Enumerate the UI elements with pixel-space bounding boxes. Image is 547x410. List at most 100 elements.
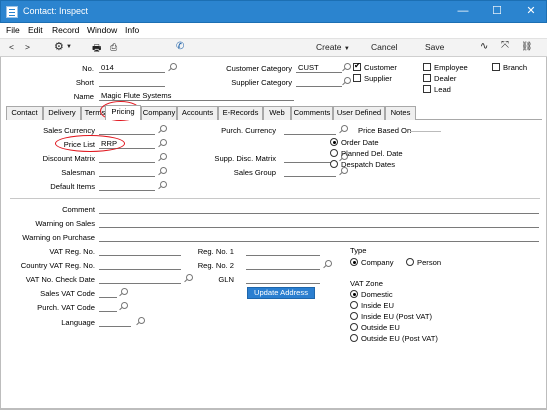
paste-icon[interactable]	[138, 317, 145, 324]
warning-on-purchase-field[interactable]	[99, 232, 539, 242]
comment-field[interactable]	[99, 204, 539, 214]
tab-pricing[interactable]: Pricing	[105, 105, 141, 120]
print-preview-icon[interactable]: ⎙	[110, 42, 117, 53]
save-button[interactable]: Save	[425, 42, 444, 52]
reg-no-2-label: Reg. No. 2	[197, 261, 234, 270]
tab-user-defined[interactable]: User Defined	[333, 106, 385, 120]
tab-contact[interactable]: Contact	[6, 106, 43, 120]
reg-no-2-field[interactable]	[246, 260, 320, 270]
order-date-radio[interactable]	[330, 138, 338, 146]
outside-eu-post-vat-radio[interactable]	[350, 334, 358, 342]
outside-eu-radio[interactable]	[350, 323, 358, 331]
supp-disc-matrix-field[interactable]	[284, 153, 336, 163]
expand-icon[interactable]: ⤧	[501, 40, 509, 51]
inside-eu-label: Inside EU	[361, 301, 394, 310]
domestic-label: Domestic	[361, 290, 393, 299]
vat-reg-no-field[interactable]	[99, 246, 181, 256]
menu-record[interactable]: Record	[52, 25, 79, 35]
default-items-field[interactable]	[99, 181, 155, 191]
paste-icon[interactable]	[160, 153, 167, 160]
vat-zone-label: VAT Zone	[350, 279, 383, 288]
no-field[interactable]: 014	[99, 63, 165, 73]
menu-edit[interactable]: Edit	[28, 25, 43, 35]
paste-icon[interactable]	[341, 125, 348, 132]
chevron-down-icon: ▼	[343, 46, 350, 52]
paste-icon[interactable]	[160, 139, 167, 146]
purch-currency-field[interactable]	[284, 125, 336, 135]
warning-on-purchase-label: Warning on Purchase	[22, 233, 95, 242]
employee-label: Employee	[434, 63, 468, 72]
next-record-icon[interactable]: >	[25, 42, 30, 52]
customer-category-field[interactable]: CUST	[296, 63, 342, 73]
branch-checkbox[interactable]	[492, 63, 500, 71]
paste-icon[interactable]	[344, 63, 351, 70]
paste-icon[interactable]	[160, 181, 167, 188]
lead-checkbox[interactable]	[423, 85, 431, 93]
tab-company[interactable]: Company	[141, 106, 177, 120]
minimize-button[interactable]: —	[446, 1, 480, 23]
salesman-label: Salesman	[61, 168, 95, 177]
sales-group-field[interactable]	[284, 167, 336, 177]
paste-icon[interactable]	[170, 63, 177, 70]
short-field[interactable]	[99, 77, 165, 87]
paste-icon[interactable]	[160, 167, 167, 174]
short-label: Short	[75, 78, 94, 87]
phone-icon[interactable]: ✆	[176, 41, 184, 52]
customer-checkbox[interactable]: ✔	[353, 61, 361, 71]
person-radio[interactable]	[406, 258, 414, 266]
paste-icon[interactable]	[344, 77, 351, 84]
salesman-field[interactable]	[99, 167, 155, 177]
sales-vat-code-field[interactable]	[99, 288, 117, 298]
warning-on-sales-field[interactable]	[99, 218, 539, 228]
purch-vat-code-field[interactable]	[99, 302, 117, 312]
supplier-category-label: Supplier Category	[231, 78, 292, 87]
comment-label: Comment	[62, 205, 95, 214]
paste-icon[interactable]	[325, 260, 332, 267]
create-button[interactable]: Create ▼	[316, 42, 350, 52]
outside-eu-post-vat-label: Outside EU (Post VAT)	[361, 334, 438, 343]
country-vat-reg-no-field[interactable]	[99, 260, 181, 270]
inside-eu-post-vat-radio[interactable]	[350, 312, 358, 320]
menu-info[interactable]: Info	[125, 25, 139, 35]
reg-no-1-field[interactable]	[246, 246, 320, 256]
paste-icon[interactable]	[121, 302, 128, 309]
tab-accounts[interactable]: Accounts	[177, 106, 218, 120]
menu-file[interactable]: File	[6, 25, 20, 35]
despatch-dates-radio[interactable]	[330, 160, 338, 168]
name-field[interactable]: Magic Flute Systems	[99, 91, 294, 101]
discount-matrix-field[interactable]	[99, 153, 155, 163]
paste-icon[interactable]	[121, 288, 128, 295]
paste-icon[interactable]	[160, 125, 167, 132]
dealer-checkbox[interactable]	[423, 74, 431, 82]
tab-e-records[interactable]: E-Records	[218, 106, 263, 120]
planned-del-date-radio[interactable]	[330, 149, 338, 157]
update-address-button[interactable]: Update Address	[247, 287, 315, 299]
tab-notes[interactable]: Notes	[385, 106, 416, 120]
sales-currency-field[interactable]	[99, 125, 155, 135]
vat-no-check-date-field[interactable]	[99, 274, 181, 284]
menu-window[interactable]: Window	[87, 25, 117, 35]
maximize-button[interactable]: ☐	[480, 1, 514, 23]
gln-field[interactable]	[246, 274, 320, 284]
chevron-down-icon[interactable]: ▼	[66, 44, 72, 50]
close-button[interactable]: ✕	[514, 1, 547, 23]
vat-reg-no-label: VAT Reg. No.	[49, 247, 95, 256]
print-icon[interactable]: 🖶	[92, 41, 101, 58]
tab-delivery[interactable]: Delivery	[43, 106, 81, 120]
language-field[interactable]	[99, 317, 131, 327]
cancel-button[interactable]: Cancel	[371, 42, 397, 52]
supplier-category-field[interactable]	[296, 77, 342, 87]
no-label: No.	[82, 64, 94, 73]
domestic-radio[interactable]	[350, 290, 358, 298]
branch-label: Branch	[503, 63, 528, 72]
company-radio[interactable]	[350, 258, 358, 266]
inside-eu-radio[interactable]	[350, 301, 358, 309]
activity-icon[interactable]: ∿	[480, 41, 488, 52]
supplier-checkbox[interactable]	[353, 74, 361, 82]
link-icon[interactable]: ⛓	[521, 41, 532, 52]
tab-comments[interactable]: Comments	[291, 106, 333, 120]
employee-checkbox[interactable]	[423, 63, 431, 71]
gear-icon[interactable]: ⚙	[54, 40, 64, 53]
prev-record-icon[interactable]: <	[9, 42, 14, 52]
tab-web[interactable]: Web	[263, 106, 291, 120]
